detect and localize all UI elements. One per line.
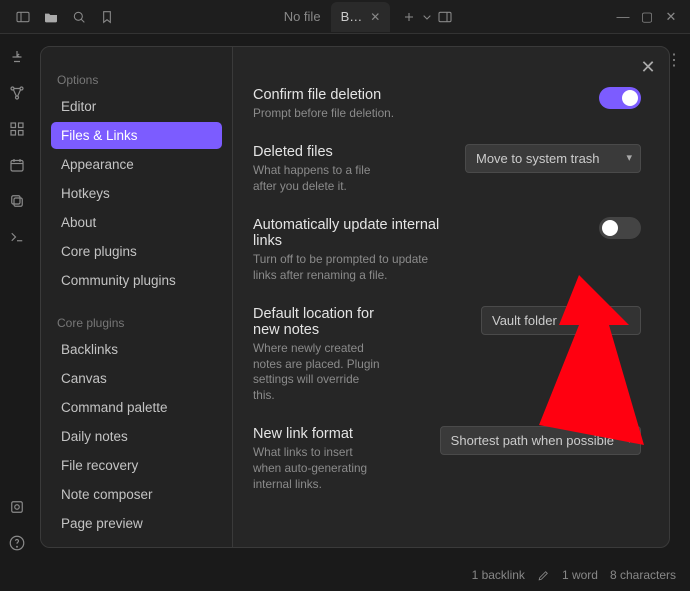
tab-label: No file: [284, 9, 321, 24]
status-bar: 1 backlink 1 word 8 characters: [0, 562, 690, 588]
setting-default-location: Default location for new notes Where new…: [253, 306, 641, 405]
auto-update-links-toggle[interactable]: [599, 217, 641, 239]
setting-desc: Prompt before file deletion.: [253, 106, 442, 122]
quick-switcher-icon[interactable]: [8, 48, 26, 66]
sidebar-item-canvas[interactable]: Canvas: [51, 365, 222, 392]
setting-deleted-files: Deleted files What happens to a file aft…: [253, 144, 641, 195]
sidebar-item-core-plugins[interactable]: Core plugins: [51, 238, 222, 265]
sidebar-right-icon[interactable]: [436, 8, 454, 26]
tab-inactive[interactable]: No file: [274, 2, 331, 32]
vault-icon[interactable]: [8, 498, 26, 516]
close-icon[interactable]: ✕: [637, 57, 659, 79]
settings-sidebar: Options EditorFiles & LinksAppearanceHot…: [41, 47, 233, 547]
setting-title: Automatically update internal links: [253, 217, 442, 249]
confirm-delete-toggle[interactable]: [599, 87, 641, 109]
titlebar: No file B… ✕ — ▢ ✕: [0, 0, 690, 34]
copy-icon[interactable]: [8, 192, 26, 210]
sidebar-item-backlinks[interactable]: Backlinks: [51, 336, 222, 363]
new-tab-icon[interactable]: [400, 8, 418, 26]
bookmark-icon[interactable]: [98, 8, 116, 26]
setting-desc: Where newly created notes are placed. Pl…: [253, 341, 383, 405]
settings-modal: Options EditorFiles & LinksAppearanceHot…: [40, 46, 670, 548]
setting-new-link-format: New link format What links to insert whe…: [253, 426, 641, 493]
setting-auto-update-links: Automatically update internal links Turn…: [253, 217, 641, 284]
new-link-format-dropdown[interactable]: Shortest path when possible: [440, 426, 641, 455]
graph-icon[interactable]: [8, 84, 26, 102]
sidebar-item-file-recovery[interactable]: File recovery: [51, 452, 222, 479]
settings-pane: ✕ Confirm file deletion Prompt before fi…: [233, 47, 669, 547]
core-plugins-header: Core plugins: [57, 316, 216, 330]
default-location-field[interactable]: Vault folder: [481, 306, 641, 335]
sidebar-item-editor[interactable]: Editor: [51, 93, 222, 120]
sidebar-item-command-palette[interactable]: Command palette: [51, 394, 222, 421]
backlinks-count[interactable]: 1 backlink: [472, 568, 525, 582]
pencil-icon[interactable]: [537, 569, 550, 582]
window-maximize[interactable]: ▢: [640, 9, 654, 25]
sidebar-item-note-composer[interactable]: Note composer: [51, 481, 222, 508]
setting-title: Confirm file deletion: [253, 87, 442, 103]
left-ribbon: [0, 34, 34, 588]
setting-desc: What happens to a file after you delete …: [253, 163, 383, 195]
word-count: 1 word: [562, 568, 598, 582]
sidebar-item-community-plugins[interactable]: Community plugins: [51, 267, 222, 294]
sidebar-item-page-preview[interactable]: Page preview: [51, 510, 222, 537]
window-minimize[interactable]: —: [616, 9, 630, 24]
sidebar-item-appearance[interactable]: Appearance: [51, 151, 222, 178]
search-icon[interactable]: [70, 8, 88, 26]
tab-active[interactable]: B… ✕: [331, 2, 391, 32]
sidebar-item-hotkeys[interactable]: Hotkeys: [51, 180, 222, 207]
close-tab-icon[interactable]: ✕: [370, 10, 380, 24]
tab-label: B…: [341, 9, 363, 24]
folder-icon[interactable]: [42, 8, 60, 26]
chevron-down-icon[interactable]: [418, 8, 436, 26]
setting-title: Deleted files: [253, 144, 383, 160]
options-header: Options: [57, 73, 216, 87]
window-close[interactable]: ✕: [664, 9, 678, 25]
help-icon[interactable]: [8, 534, 26, 552]
sidebar-left-icon[interactable]: [14, 8, 32, 26]
setting-desc: Turn off to be prompted to update links …: [253, 252, 442, 284]
sidebar-item-about[interactable]: About: [51, 209, 222, 236]
deleted-files-dropdown[interactable]: Move to system trash: [465, 144, 641, 173]
calendar-icon[interactable]: [8, 156, 26, 174]
sidebar-item-daily-notes[interactable]: Daily notes: [51, 423, 222, 450]
setting-confirm-delete: Confirm file deletion Prompt before file…: [253, 87, 641, 122]
setting-title: Default location for new notes: [253, 306, 383, 338]
char-count: 8 characters: [610, 568, 676, 582]
terminal-icon[interactable]: [8, 228, 26, 246]
sidebar-item-files-links[interactable]: Files & Links: [51, 122, 222, 149]
setting-title: New link format: [253, 426, 383, 442]
apps-icon[interactable]: [8, 120, 26, 138]
setting-desc: What links to insert when auto-generatin…: [253, 445, 383, 493]
